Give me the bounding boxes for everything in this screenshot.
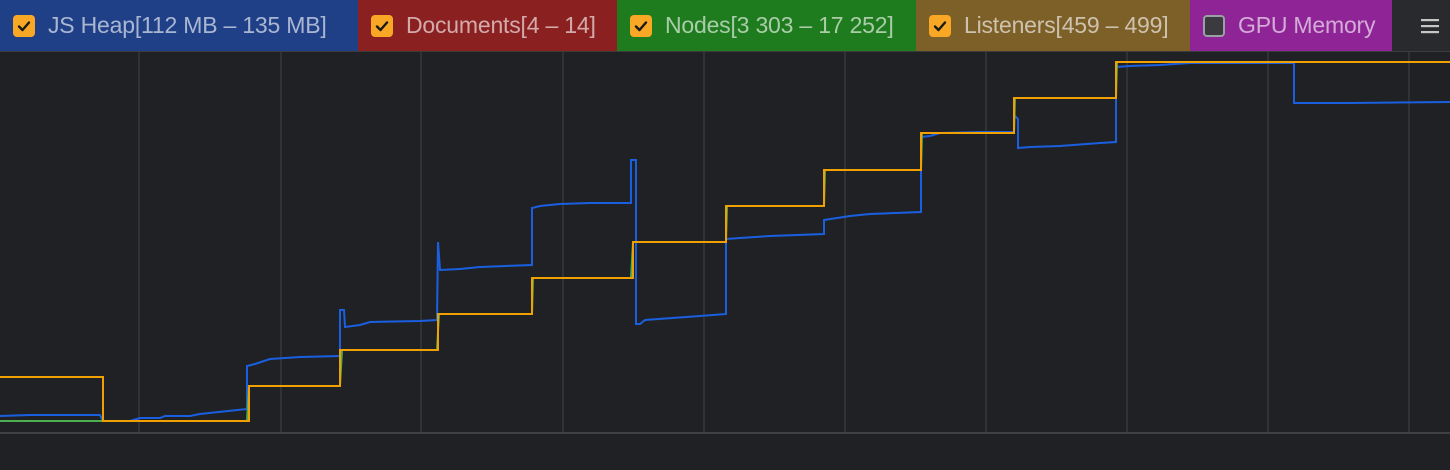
menu-button[interactable]: [1410, 0, 1450, 51]
checkmark-icon: [17, 20, 31, 31]
legend-label-documents: Documents[4 – 14]: [406, 12, 596, 38]
legend-item-js-heap[interactable]: JS Heap[112 MB – 135 MB]: [0, 0, 358, 51]
performance-monitor: JS Heap[112 MB – 135 MB] Documents[4 – 1…: [0, 0, 1450, 470]
legend-item-gpu-memory[interactable]: GPU Memory: [1190, 0, 1392, 51]
series-line-listeners: [0, 61, 1450, 422]
checkmark-icon: [375, 20, 389, 31]
chart-grid: [138, 52, 1410, 433]
legend-label-gpu-memory: GPU Memory: [1238, 12, 1376, 38]
counter-legend-bar: JS Heap[112 MB – 135 MB] Documents[4 – 1…: [0, 0, 1450, 52]
checkmark-icon: [933, 20, 947, 31]
checkbox-js-heap[interactable]: [13, 14, 35, 37]
checkbox-nodes[interactable]: [630, 14, 652, 37]
legend-label-nodes: Nodes[3 303 – 17 252]: [665, 12, 894, 38]
legend-item-listeners[interactable]: Listeners[459 – 499]: [916, 0, 1190, 51]
legend-label-listeners: Listeners[459 – 499]: [964, 12, 1169, 38]
legend-label-js-heap: JS Heap[112 MB – 135 MB]: [48, 12, 327, 38]
legend-item-documents[interactable]: Documents[4 – 14]: [358, 0, 617, 51]
checkbox-gpu-memory[interactable]: [1203, 14, 1225, 37]
hamburger-menu-icon: [1421, 18, 1439, 33]
performance-chart: [0, 52, 1450, 470]
legend-item-nodes[interactable]: Nodes[3 303 – 17 252]: [617, 0, 916, 51]
chart-canvas: [0, 52, 1450, 434]
checkbox-listeners[interactable]: [929, 14, 951, 37]
checkbox-documents[interactable]: [371, 14, 393, 37]
chart-series: [0, 61, 1450, 422]
checkmark-icon: [634, 20, 648, 31]
